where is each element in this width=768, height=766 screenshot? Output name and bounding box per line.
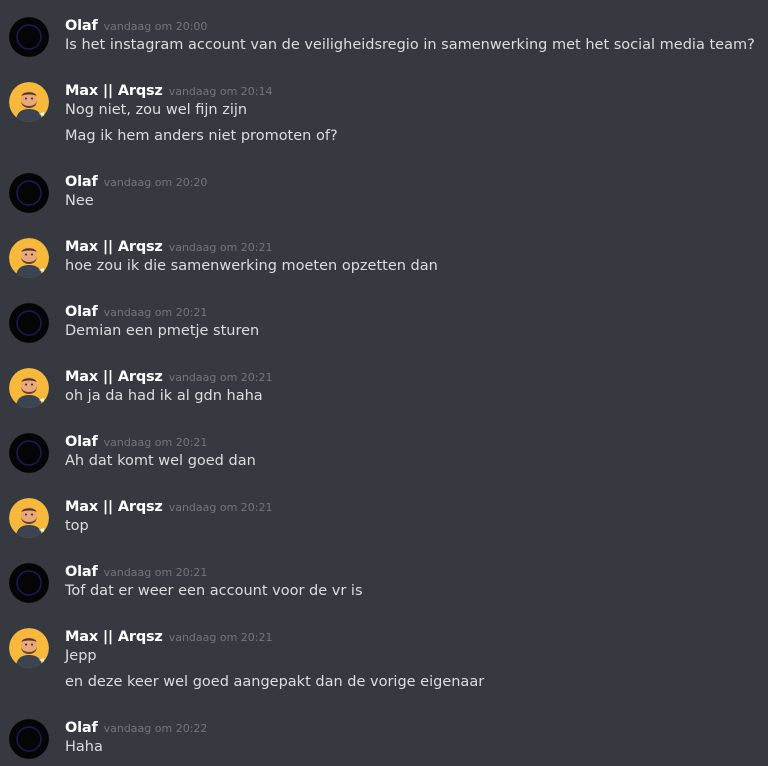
username[interactable]: Olaf bbox=[65, 720, 98, 736]
username[interactable]: Olaf bbox=[65, 434, 98, 450]
message-text: Is het instagram account van de veilighe… bbox=[65, 37, 755, 53]
message-text: Jepp bbox=[65, 648, 97, 664]
olaf-avatar-icon[interactable] bbox=[9, 173, 49, 213]
message-header: Max || Arqsz vandaag om 20:14 bbox=[65, 80, 273, 100]
olaf-avatar-icon[interactable] bbox=[9, 563, 49, 603]
message-text: Tof dat er weer een account voor de vr i… bbox=[65, 583, 363, 599]
username[interactable]: Olaf bbox=[65, 564, 98, 580]
message-header: Olaf vandaag om 20:21 bbox=[65, 301, 207, 321]
message-header: Olaf vandaag om 20:21 bbox=[65, 431, 207, 451]
timestamp: vandaag om 20:22 bbox=[103, 722, 208, 735]
message-header: Olaf vandaag om 20:00 bbox=[65, 15, 207, 35]
timestamp: vandaag om 20:21 bbox=[103, 436, 208, 449]
username[interactable]: Max || Arqsz bbox=[65, 369, 163, 385]
message-header: Olaf vandaag om 20:21 bbox=[65, 561, 207, 581]
olaf-avatar-icon[interactable] bbox=[9, 719, 49, 759]
message-text: Nog niet, zou wel fijn zijn bbox=[65, 102, 248, 118]
username[interactable]: Olaf bbox=[65, 174, 98, 190]
olaf-avatar-icon[interactable] bbox=[9, 303, 49, 343]
message-header: Max || Arqsz vandaag om 20:21 bbox=[65, 366, 273, 386]
message-header: Max || Arqsz vandaag om 20:21 bbox=[65, 626, 273, 646]
message-header: Olaf vandaag om 20:20 bbox=[65, 171, 207, 191]
message-header: Max || Arqsz vandaag om 20:21 bbox=[65, 496, 273, 516]
max-avatar-icon[interactable] bbox=[9, 498, 49, 538]
message-header: Olaf vandaag om 20:22 bbox=[65, 717, 207, 737]
username[interactable]: Olaf bbox=[65, 304, 98, 320]
timestamp: vandaag om 20:21 bbox=[103, 306, 208, 319]
timestamp: vandaag om 20:00 bbox=[103, 20, 208, 33]
olaf-avatar-icon[interactable] bbox=[9, 17, 49, 57]
username[interactable]: Max || Arqsz bbox=[65, 83, 163, 99]
username[interactable]: Max || Arqsz bbox=[65, 239, 163, 255]
message-text: top bbox=[65, 518, 89, 534]
timestamp: vandaag om 20:21 bbox=[168, 501, 273, 514]
olaf-avatar-icon[interactable] bbox=[9, 433, 49, 473]
chat-message-list: Olaf vandaag om 20:00 Is het instagram ac… bbox=[0, 0, 768, 766]
timestamp: vandaag om 20:21 bbox=[168, 371, 273, 384]
message-text: Haha bbox=[65, 739, 103, 755]
message-text: Mag ik hem anders niet promoten of? bbox=[65, 128, 338, 144]
max-avatar-icon[interactable] bbox=[9, 628, 49, 668]
max-avatar-icon[interactable] bbox=[9, 368, 49, 408]
timestamp: vandaag om 20:14 bbox=[168, 85, 273, 98]
timestamp: vandaag om 20:21 bbox=[103, 566, 208, 579]
username[interactable]: Max || Arqsz bbox=[65, 629, 163, 645]
timestamp: vandaag om 20:21 bbox=[168, 241, 273, 254]
max-avatar-icon[interactable] bbox=[9, 82, 49, 122]
message-text: oh ja da had ik al gdn haha bbox=[65, 388, 263, 404]
message-text: en deze keer wel goed aangepakt dan de v… bbox=[65, 674, 485, 690]
message-header: Max || Arqsz vandaag om 20:21 bbox=[65, 236, 273, 256]
timestamp: vandaag om 20:21 bbox=[168, 631, 273, 644]
message-text: hoe zou ik die samenwerking moeten opzet… bbox=[65, 258, 438, 274]
timestamp: vandaag om 20:20 bbox=[103, 176, 208, 189]
username[interactable]: Olaf bbox=[65, 18, 98, 34]
message-text: Demian een pmetje sturen bbox=[65, 323, 260, 339]
message-text: Ah dat komt wel goed dan bbox=[65, 453, 256, 469]
max-avatar-icon[interactable] bbox=[9, 238, 49, 278]
username[interactable]: Max || Arqsz bbox=[65, 499, 163, 515]
message-text: Nee bbox=[65, 193, 94, 209]
